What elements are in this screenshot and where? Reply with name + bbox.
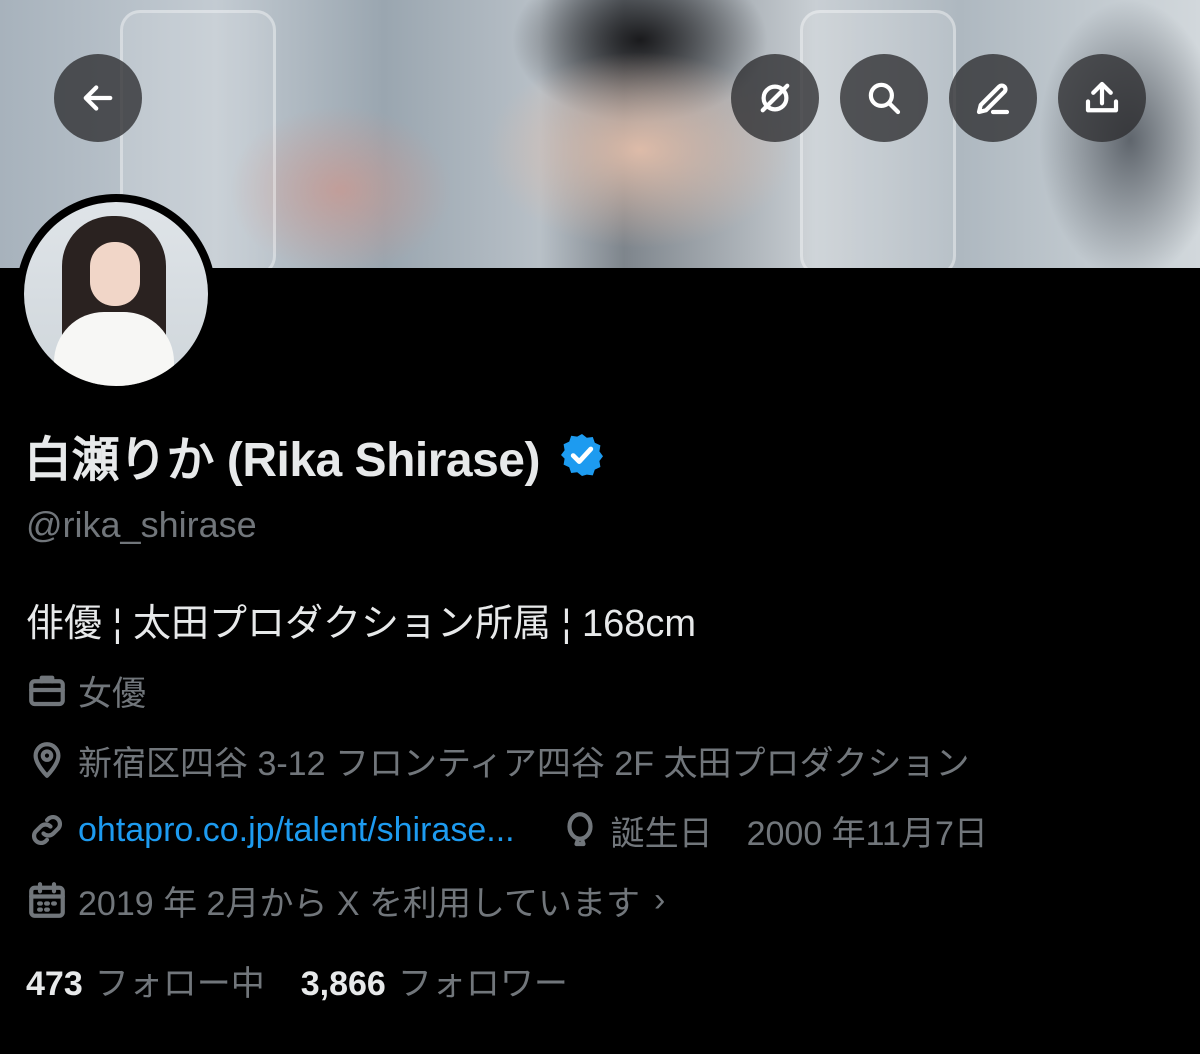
profile-website-link[interactable]: ohtapro.co.jp/talent/shirase...: [78, 811, 515, 850]
following-label: フォロー中: [94, 964, 265, 1003]
followers-count: 3,866: [300, 964, 386, 1003]
link-icon: [31, 814, 63, 846]
profile-handle: @rika_shirase: [26, 504, 257, 545]
following-count: 473: [26, 964, 83, 1003]
profile-category: 女優: [78, 674, 146, 713]
followers-link[interactable]: 3,866 フォロワー: [301, 956, 568, 1005]
grok-button[interactable]: [731, 54, 819, 142]
arrow-left-icon: [83, 85, 113, 111]
profile-birthday: 誕生日 2000 年11月7日: [610, 814, 988, 853]
avatar-photo: [24, 202, 208, 386]
profile-location-row: 新宿区四谷 3-12 フロンティア四谷 2F 太田プロダクション: [26, 735, 969, 785]
location-pin-icon: [33, 742, 61, 778]
back-button[interactable]: [54, 54, 142, 142]
avatar[interactable]: [16, 194, 216, 394]
grok-icon: [760, 83, 790, 113]
share-icon: [1085, 81, 1119, 113]
display-name-row: 白瀬りか (Rika Shirase): [24, 422, 606, 488]
search-button[interactable]: [840, 54, 928, 142]
profile-joined-row[interactable]: 2019 年 2月から X を利用しています ›: [26, 875, 665, 925]
share-button[interactable]: [1058, 54, 1146, 142]
balloon-icon: [566, 812, 593, 847]
verified-badge-icon[interactable]: [558, 431, 606, 479]
calendar-icon: [29, 882, 65, 918]
display-name: 白瀬りか (Rika Shirase): [24, 434, 540, 487]
search-icon: [868, 82, 901, 115]
edit-icon: [976, 83, 1010, 115]
briefcase-icon: [29, 675, 65, 707]
followers-label: フォロワー: [397, 964, 568, 1003]
edit-button[interactable]: [949, 54, 1037, 142]
follow-stats: 473 フォロー中 3,866 フォロワー: [26, 955, 568, 1005]
profile-link-birthday-row: ohtapro.co.jp/talent/shirase... 誕生日 2000…: [26, 805, 988, 855]
profile-category-row: 女優: [26, 665, 146, 715]
profile-location: 新宿区四谷 3-12 フロンティア四谷 2F 太田プロダクション: [78, 744, 970, 783]
chevron-right-icon: ›: [654, 880, 666, 919]
following-link[interactable]: 473 フォロー中: [26, 956, 265, 1005]
profile-joined: 2019 年 2月から X を利用しています: [78, 884, 640, 923]
profile-bio: 俳優 ¦ 太田プロダクション所属 ¦ 168cm: [26, 603, 697, 645]
